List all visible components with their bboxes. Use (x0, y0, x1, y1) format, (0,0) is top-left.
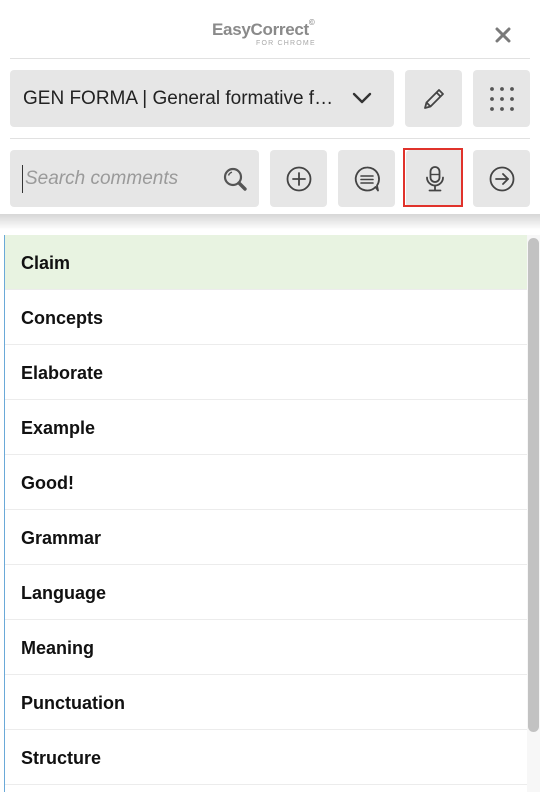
pencil-icon (423, 88, 444, 109)
search-icon[interactable] (222, 166, 248, 192)
list-item[interactable]: Concepts (5, 290, 528, 345)
grid-dots-icon (489, 86, 514, 111)
grid-menu-button[interactable] (473, 70, 530, 127)
logo-mark: © (308, 18, 315, 27)
plus-circle-icon (286, 166, 311, 191)
list-item[interactable]: Claim (5, 235, 528, 290)
list-item-label: Language (21, 583, 107, 603)
microphone-icon (425, 165, 444, 191)
list-item-label: Elaborate (21, 363, 104, 383)
edit-button[interactable] (405, 70, 462, 127)
list-item-label: Claim (21, 253, 71, 273)
close-icon (495, 27, 511, 43)
template-select-value: GEN FORMA | General formative fe… (23, 88, 341, 109)
microphone-button[interactable] (406, 150, 463, 207)
toolbar-divider (10, 138, 530, 139)
search-input[interactable] (22, 165, 215, 193)
list-item-label: Structure (21, 748, 102, 768)
list-item[interactable]: Example (5, 400, 528, 455)
comment-list: Claim Concepts Elaborate Example Good! G… (4, 235, 528, 792)
header-divider (10, 58, 530, 59)
list-item[interactable]: Grammar (5, 510, 528, 565)
header: EasyCorrect© FOR CHROME (0, 0, 540, 58)
list-item[interactable]: Good! (5, 455, 528, 510)
list-item[interactable]: Language (5, 565, 528, 620)
close-button[interactable] (490, 22, 516, 48)
list-item[interactable]: Punctuation (5, 675, 528, 730)
list-item-label: Meaning (21, 638, 95, 658)
toolbar-shadow (0, 214, 540, 230)
list-item-label: Punctuation (21, 693, 125, 713)
list-item-label: Concepts (21, 308, 104, 328)
list-item[interactable]: Meaning (5, 620, 528, 675)
logo-subtitle: FOR CHROME (256, 40, 316, 47)
list-item[interactable]: Structure (5, 730, 528, 785)
next-button[interactable] (473, 150, 530, 207)
list-item-label: Example (21, 418, 96, 438)
speech-bubble-icon (354, 166, 380, 191)
add-comment-button[interactable] (270, 150, 327, 207)
chevron-down-icon (352, 92, 372, 104)
scrollbar-thumb[interactable] (528, 238, 539, 732)
list-item[interactable]: Elaborate (5, 345, 528, 400)
comment-button[interactable] (338, 150, 395, 207)
template-select[interactable]: GEN FORMA | General formative fe… (10, 70, 394, 127)
list-item-label: Grammar (21, 528, 102, 548)
arrow-right-circle-icon (489, 166, 514, 191)
list-item-label: Good! (21, 473, 74, 493)
search-box (10, 150, 259, 207)
logo: EasyCorrect© FOR CHROME (212, 18, 332, 52)
logo-title: EasyCorrect© (212, 18, 315, 39)
easycorrect-panel: EasyCorrect© FOR CHROME GEN FORMA | Gene… (0, 0, 540, 792)
